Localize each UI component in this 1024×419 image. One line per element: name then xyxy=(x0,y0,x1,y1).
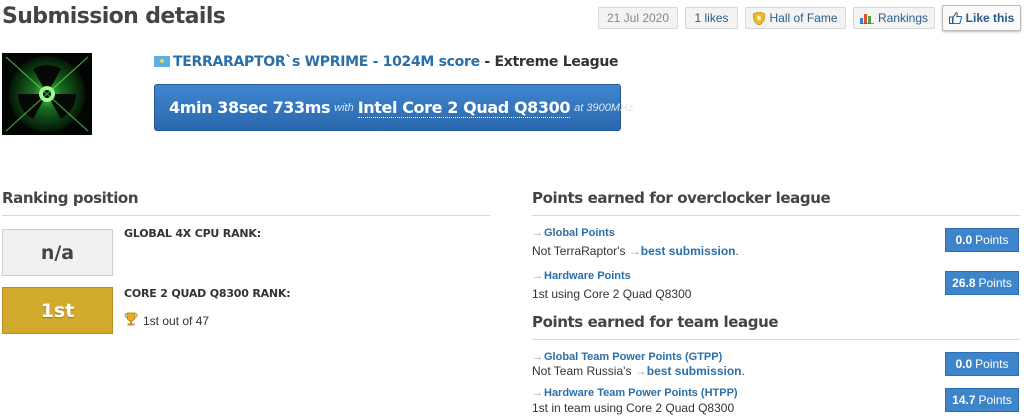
global-points-link[interactable]: →Global Points xyxy=(532,227,615,239)
score-cpu-link[interactable]: Intel Core 2 Quad Q8300 xyxy=(357,98,571,118)
points-unit: Points xyxy=(975,357,1009,371)
arrow-icon: → xyxy=(532,351,543,363)
note-period: . xyxy=(735,244,739,258)
global-points-note-prefix: Not TerraRaptor's xyxy=(532,244,626,258)
score-frequency: at 3900MHz xyxy=(574,101,634,114)
global-best-submission-link[interactable]: best submission xyxy=(641,244,736,258)
points-unit: Points xyxy=(975,233,1009,247)
score-with: with xyxy=(334,101,354,114)
global-rank-value: n/a xyxy=(40,241,75,264)
kazakhstan-flag-icon xyxy=(154,56,170,67)
likes-button[interactable]: 1 likes xyxy=(685,7,738,29)
htpp-title: Hardware Team Power Points (HTPP) xyxy=(544,387,738,399)
gtpp-note: Not Team Russia's →best submission. xyxy=(532,364,745,378)
likes-text: 1 likes xyxy=(694,11,729,25)
points-unit: Points xyxy=(978,276,1012,290)
gtpp-points-button[interactable]: 0.0 Points xyxy=(945,352,1019,376)
htpp-points-button[interactable]: 14.7 Points xyxy=(945,388,1019,412)
hardware-rank-box: 1st xyxy=(2,287,113,334)
hall-of-fame-label: Hall of Fame xyxy=(769,11,838,25)
global-rank-box: n/a xyxy=(2,229,113,276)
global-points-value: 0.0 xyxy=(955,233,973,247)
global-points-button[interactable]: 0.0 Points xyxy=(945,228,1019,252)
thumbs-up-icon xyxy=(948,12,962,24)
ranking-divider xyxy=(2,215,490,216)
global-points-title: Global Points xyxy=(544,227,615,239)
hardware-rank-value: 1st xyxy=(40,299,75,322)
hardware-points-button[interactable]: 26.8 Points xyxy=(945,271,1019,295)
overclocker-league-divider xyxy=(532,215,1020,216)
note-period: . xyxy=(741,364,745,378)
hardware-points-title: Hardware Points xyxy=(544,270,631,282)
hardware-rank-out-of-text: 1st out of 47 xyxy=(143,313,210,328)
submission-title: TERRARAPTOR`s WPRIME - 1024M score - Ext… xyxy=(154,54,619,70)
hardware-rank-out-of: 1st out of 47 xyxy=(124,312,209,329)
submission-league: - Extreme League xyxy=(479,54,619,70)
arrow-icon: → xyxy=(532,270,543,282)
hardware-points-link[interactable]: →Hardware Points xyxy=(532,270,631,282)
submission-user-benchmark-link[interactable]: TERRARAPTOR`s WPRIME - 1024M score xyxy=(173,54,480,70)
gtpp-title: Global Team Power Points (GTPP) xyxy=(544,351,723,363)
bar-chart-icon xyxy=(859,12,874,24)
shield-icon xyxy=(753,11,766,25)
arrow-icon: → xyxy=(628,244,641,258)
score-time: 4min 38sec 733ms xyxy=(169,98,331,117)
date-badge: 21 Jul 2020 xyxy=(598,7,678,29)
rankings-button[interactable]: Rankings xyxy=(853,7,935,29)
gtpp-link[interactable]: →Global Team Power Points (GTPP) xyxy=(532,351,722,363)
hardware-points-note: 1st using Core 2 Quad Q8300 xyxy=(532,287,692,301)
htpp-link[interactable]: →Hardware Team Power Points (HTPP) xyxy=(532,387,738,399)
trophy-icon xyxy=(124,312,138,329)
htpp-points-value: 14.7 xyxy=(952,393,976,407)
date-text: 21 Jul 2020 xyxy=(606,11,670,25)
arrow-icon: → xyxy=(532,387,543,399)
hall-of-fame-button[interactable]: Hall of Fame xyxy=(745,7,846,29)
like-this-button[interactable]: Like this xyxy=(942,5,1021,31)
gtpp-points-value: 0.0 xyxy=(955,357,973,371)
gtpp-best-submission-link[interactable]: best submission xyxy=(647,364,742,378)
ranking-heading: Ranking position xyxy=(2,189,139,207)
gtpp-note-prefix: Not Team Russia's xyxy=(532,364,632,378)
rankings-label: Rankings xyxy=(877,11,929,25)
overclocker-league-heading: Points earned for overclocker league xyxy=(532,189,831,207)
page-title: Submission details xyxy=(2,4,226,29)
score-box: 4min 38sec 733ms with Intel Core 2 Quad … xyxy=(154,84,633,131)
arrow-icon: → xyxy=(532,227,543,239)
team-league-heading: Points earned for team league xyxy=(532,313,779,331)
radiation-avatar-icon[interactable] xyxy=(2,53,92,135)
global-rank-label: GLOBAL 4X CPU RANK: xyxy=(124,227,261,240)
hardware-points-value: 26.8 xyxy=(952,276,976,290)
hardware-rank-label: CORE 2 QUAD Q8300 RANK: xyxy=(124,287,291,300)
team-league-divider xyxy=(532,339,1020,340)
htpp-note: 1st in team using Core 2 Quad Q8300 xyxy=(532,401,735,415)
points-unit: Points xyxy=(978,393,1012,407)
like-this-label: Like this xyxy=(965,11,1015,25)
global-points-note: Not TerraRaptor's →best submission. xyxy=(532,244,739,258)
arrow-icon: → xyxy=(634,364,647,378)
